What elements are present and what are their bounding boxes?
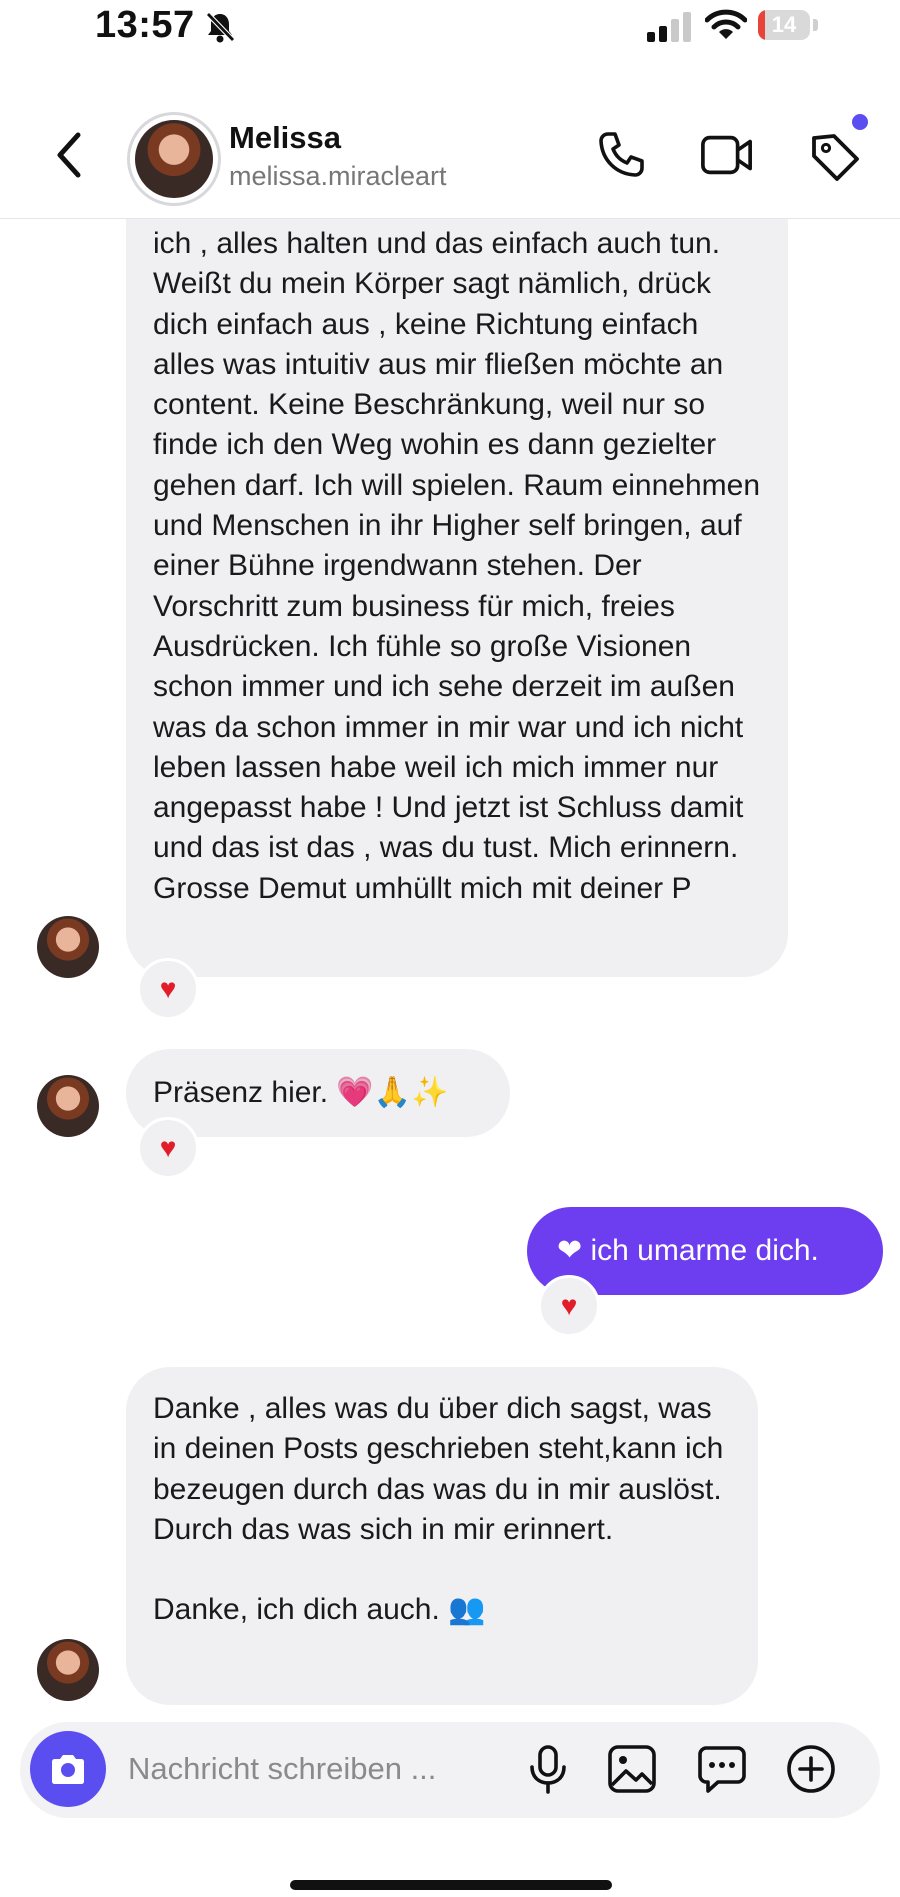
message-list[interactable]: ich , alles halten und das einfach auch … [0, 219, 900, 1719]
tag-icon[interactable] [808, 130, 862, 184]
sender-avatar[interactable] [37, 1639, 99, 1701]
image-icon[interactable] [606, 1743, 658, 1795]
microphone-icon[interactable] [522, 1743, 574, 1795]
home-indicator[interactable] [290, 1880, 612, 1890]
heart-reaction[interactable]: ♥ [137, 1117, 199, 1179]
heart-reaction[interactable]: ♥ [538, 1275, 600, 1337]
signal-icon [647, 12, 691, 42]
sender-avatar[interactable] [37, 916, 99, 978]
message-bubble[interactable]: ich , alles halten und das einfach auch … [126, 219, 788, 977]
message-text: ich , alles halten und das einfach auch … [153, 227, 769, 905]
status-time: 13:57 [95, 4, 195, 46]
message-text: ❤ ich umarme dich. [557, 1234, 819, 1267]
camera-icon [52, 1755, 84, 1784]
contact-name[interactable]: Melissa [229, 120, 341, 156]
message-input[interactable] [126, 1740, 490, 1798]
bell-slash-icon [206, 12, 235, 43]
contact-handle[interactable]: melissa.miracleart [229, 161, 447, 192]
phone-icon[interactable] [594, 128, 648, 182]
sender-avatar[interactable] [37, 1075, 99, 1137]
message-text: Danke , alles was du über dich sagst, wa… [153, 1392, 724, 1627]
battery-level: 14 [771, 12, 797, 37]
chat-bubble-icon[interactable] [696, 1743, 748, 1795]
battery-icon: 14 [758, 10, 820, 42]
back-chevron-icon[interactable] [50, 130, 90, 180]
video-icon[interactable] [700, 128, 754, 182]
heart-reaction[interactable]: ♥ [137, 958, 199, 1020]
contact-avatar[interactable] [135, 120, 213, 198]
message-text: Präsenz hier. 💗🙏✨ [153, 1076, 449, 1109]
camera-button[interactable] [30, 1731, 106, 1807]
wifi-icon [705, 9, 747, 39]
notification-dot [852, 114, 868, 130]
plus-circle-icon[interactable] [785, 1743, 837, 1795]
message-bubble[interactable]: Danke , alles was du über dich sagst, wa… [126, 1367, 758, 1705]
